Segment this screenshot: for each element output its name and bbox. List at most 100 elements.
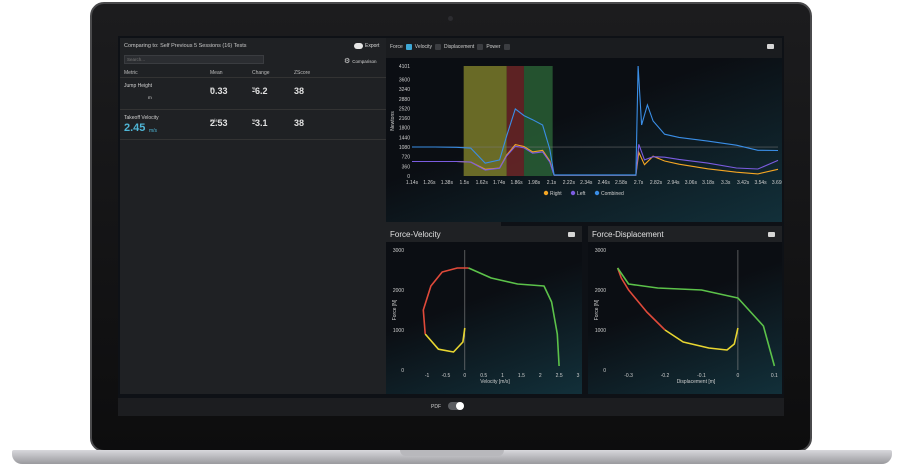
mean-unit: m/s xyxy=(210,118,218,123)
x-tick-label: 2.1s xyxy=(547,180,557,186)
header-change: Change xyxy=(252,70,270,76)
metric-zscore: 38 xyxy=(294,86,305,96)
x-tick-label: -0.5 xyxy=(442,373,451,379)
comparison-title: Comparing to: Self Previous 5 Sessions (… xyxy=(124,43,247,49)
x-tick-label: -0.2 xyxy=(661,373,670,379)
force-displacement-svg: 0100020003000-0.3 -0.2 -0.1 0 0.1Force [N]Di… xyxy=(594,248,778,385)
search-input[interactable] xyxy=(124,55,264,64)
metric-name: Jump Height xyxy=(124,83,153,89)
y-tick-label: 1000 xyxy=(595,328,606,334)
panel-header: Force-Velocity xyxy=(386,226,582,242)
y-tick-label: 2000 xyxy=(393,288,404,294)
y-tick-label: 2520 xyxy=(399,106,410,112)
x-tick-label: 3 xyxy=(577,373,580,379)
x-tick-label: 0 xyxy=(737,373,740,379)
x-tick-label: 2.5 xyxy=(556,373,563,379)
x-tick-label: 1.98s xyxy=(528,180,541,186)
y-tick-label: 4101 xyxy=(399,64,410,70)
tab-displacement[interactable]: Displacement xyxy=(444,44,474,50)
y-tick-label: 2880 xyxy=(399,97,410,103)
export-button[interactable]: Export xyxy=(354,43,379,49)
tab-velocity[interactable]: Velocity xyxy=(415,44,432,50)
x-axis-label: Velocity [m/s] xyxy=(480,379,510,385)
phase-band xyxy=(506,66,524,176)
displacement-checkbox[interactable] xyxy=(435,44,442,50)
y-tick-label: 1000 xyxy=(393,328,404,334)
y-axis-label: Force [N] xyxy=(594,299,600,320)
x-tick-label: -1 xyxy=(425,373,430,379)
metric-value-unit: m/s xyxy=(149,128,158,134)
force-plot-area: 0 360 720 1080 1440 1800 2160 2520 2880 3240 3600 4… xyxy=(386,58,784,222)
x-tick-label: 3.06s xyxy=(685,180,698,186)
y-tick-label: 360 xyxy=(402,164,411,170)
legend-label: Left xyxy=(577,191,586,197)
y-tick-label: 3600 xyxy=(399,77,410,83)
x-tick-label: 2.58s xyxy=(615,180,628,186)
y-tick-label: 3240 xyxy=(399,87,410,93)
x-tick-label: 3.18s xyxy=(702,180,715,186)
pdf-toggle[interactable] xyxy=(448,402,464,410)
legend-label: Right xyxy=(550,191,562,197)
change-unit: % xyxy=(252,118,257,123)
gear-icon: ⚙ xyxy=(344,58,351,65)
export-label: Export xyxy=(365,43,380,49)
panel-header: Force-Displacement xyxy=(588,226,782,242)
header-mean: Mean xyxy=(210,70,223,76)
cloud-download-icon xyxy=(354,43,363,49)
x-tick-label: 2.94s xyxy=(667,180,680,186)
y-tick-label: 3000 xyxy=(595,248,606,254)
webcam xyxy=(448,16,453,21)
loop-segment xyxy=(468,267,560,367)
camera-icon[interactable] xyxy=(568,232,575,237)
x-tick-label: 1.5s xyxy=(460,180,470,186)
x-tick-label: 1.26s xyxy=(423,180,436,186)
bottom-bar: PDF xyxy=(118,398,784,416)
panel-title: Force-Velocity xyxy=(390,230,441,239)
camera-icon[interactable] xyxy=(768,232,775,237)
x-tick-label: 2.82s xyxy=(650,180,663,186)
loop-segment xyxy=(422,267,469,335)
x-tick-label: 3.42s xyxy=(737,180,750,186)
comparison-button[interactable]: ⚙ Comparison xyxy=(344,58,377,65)
panel-title: Force-Displacement xyxy=(592,230,664,239)
toggle-knob xyxy=(456,402,464,410)
laptop-notch xyxy=(400,450,504,456)
force-velocity-panel: Force-Velocity 0 1000 2000 3000 -1 -0.5 0 0.5 1 1… xyxy=(386,226,582,394)
series-tabs: Force Velocity Displacement Power xyxy=(390,42,510,52)
force-velocity-svg: 0100020003000-1 -0.5 0 0.5 1 1.5 2 2.5 3Force [N… xyxy=(392,248,580,385)
x-tick-label: 1.74s xyxy=(493,180,506,186)
laptop-mockup: Comparing to: Self Previous 5 Sessions (… xyxy=(0,0,904,470)
legend-marker xyxy=(570,190,576,196)
y-tick-label: 2000 xyxy=(595,288,606,294)
tab-power[interactable]: Power xyxy=(486,44,500,50)
metric-zscore: 38 xyxy=(294,118,305,128)
pdf-label: PDF xyxy=(431,404,441,410)
x-tick-label: 0 xyxy=(463,373,466,379)
camera-icon[interactable] xyxy=(767,44,774,49)
x-tick-label: 1.86s xyxy=(510,180,523,186)
x-tick-label: 0.1 xyxy=(771,373,778,379)
loop-segment xyxy=(424,327,466,353)
y-axis-label: Newtons xyxy=(390,111,396,131)
force-displacement-panel: Force-Displacement 0 1000 2000 3000 -0.3 -0.2… xyxy=(588,226,782,394)
force-time-svg: 0360720108014401800216025202880324036004… xyxy=(390,64,784,197)
legend-marker xyxy=(594,190,600,196)
legend-marker xyxy=(543,190,549,196)
tab-force[interactable]: Force xyxy=(390,44,403,50)
velocity-checkbox[interactable] xyxy=(405,44,412,50)
mean-unit: m xyxy=(210,86,215,91)
force-displacement-plot: 0 1000 2000 3000 -0.3 -0.2 -0.1 0 0.1 Force [N] Di… xyxy=(588,242,782,394)
y-tick-label: 720 xyxy=(402,155,411,161)
power-extra-checkbox[interactable] xyxy=(503,44,510,50)
x-tick-label: 1.62s xyxy=(476,180,489,186)
metric-value: 2.45 xyxy=(124,122,146,134)
power-checkbox[interactable] xyxy=(477,44,484,50)
app-screen: Comparing to: Self Previous 5 Sessions (… xyxy=(118,36,784,416)
x-tick-label: 3.69s xyxy=(772,180,782,186)
x-tick-label: 1.38s xyxy=(441,180,454,186)
metric-name: Takeoff Velocity xyxy=(124,115,159,121)
x-tick-label: 1.5 xyxy=(518,373,525,379)
y-tick-label: 1440 xyxy=(399,135,410,141)
x-tick-label: 2.7s xyxy=(634,180,644,186)
force-time-chart: Force Velocity Displacement Power 0 360 72… xyxy=(386,38,784,222)
